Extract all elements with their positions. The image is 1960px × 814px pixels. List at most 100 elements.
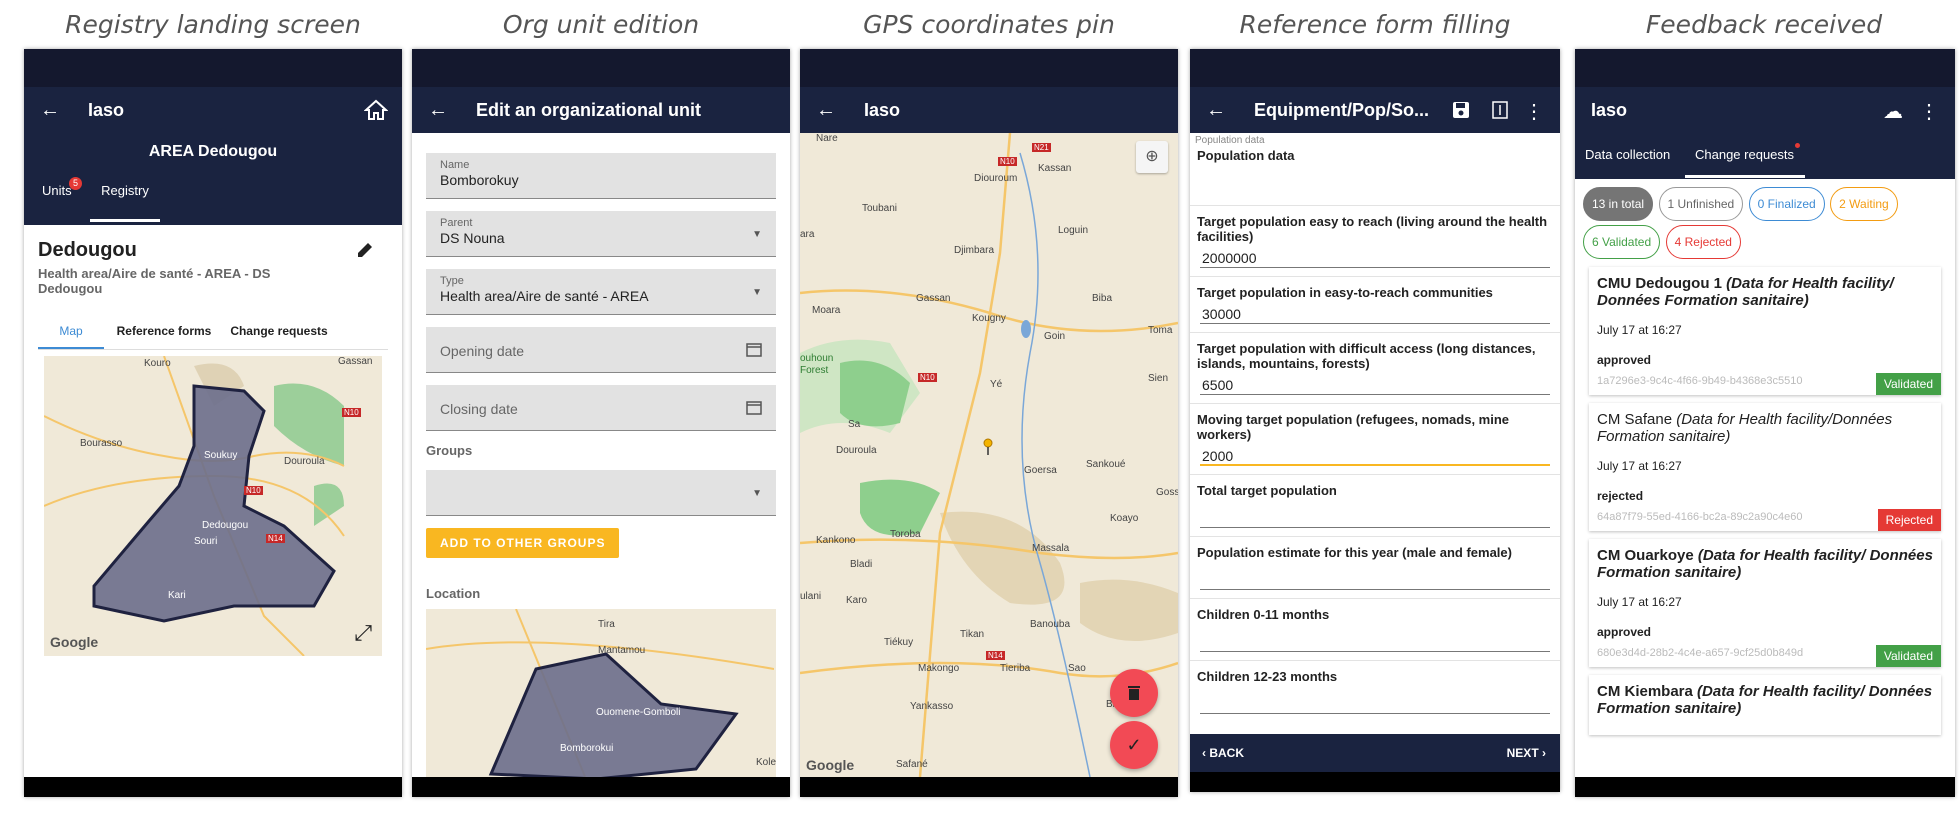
tab-units[interactable]: Units: [42, 183, 72, 198]
back-arrow-icon[interactable]: ←: [1206, 100, 1226, 120]
groups-label: Groups: [426, 443, 473, 458]
groups-select[interactable]: ▼: [426, 470, 776, 516]
cloud-upload-icon[interactable]: ☁: [1883, 99, 1903, 124]
form-field-input[interactable]: 6500: [1200, 375, 1550, 395]
back-button[interactable]: ‹ BACK: [1202, 746, 1244, 760]
card-org-name: CM Kiembara: [1597, 683, 1693, 700]
chip-total[interactable]: 13 in total: [1583, 187, 1654, 221]
road-label: N14: [986, 651, 1005, 660]
chip-waiting[interactable]: 2 Waiting: [1830, 187, 1898, 221]
form-field-input[interactable]: [1200, 694, 1550, 714]
chip-validated[interactable]: 6 Validated: [1583, 225, 1661, 259]
parent-select[interactable]: Parent DS Nouna ▼: [426, 211, 776, 257]
form-field: Target population with difficult access …: [1190, 333, 1560, 404]
delete-fab[interactable]: [1110, 669, 1158, 717]
caption-feedback: Feedback received: [1645, 10, 1883, 39]
tab-change-requests[interactable]: Change requests: [1695, 147, 1794, 162]
org-header-bar: AREA Dedougou Units 5 Registry: [24, 133, 402, 225]
status-badge: Rejected: [1877, 509, 1941, 531]
type-select[interactable]: Type Health area/Aire de santé - AREA ▼: [426, 269, 776, 315]
status-filter-chips: 13 in total 1 Unfinished 0 Finalized 2 W…: [1575, 179, 1955, 267]
subtab-reference-forms[interactable]: Reference forms: [104, 324, 224, 349]
app-title: Iaso: [88, 99, 125, 120]
home-icon[interactable]: [363, 99, 389, 126]
add-to-other-groups-button[interactable]: ADD TO OTHER GROUPS: [426, 528, 620, 558]
crosshair-icon: ⊕: [1145, 148, 1159, 165]
card-org-name: CM Ouarkoye: [1597, 547, 1694, 564]
org-path: Health area/Aire de santé - AREA - DS De…: [38, 266, 271, 296]
org-header-title: AREA Dedougou: [148, 143, 278, 160]
subtab-map[interactable]: Map: [38, 324, 104, 349]
caption-org-unit-edition: Org unit edition: [502, 10, 700, 39]
save-icon[interactable]: [1452, 101, 1470, 124]
map-label: Tira: [598, 619, 615, 630]
org-map[interactable]: Kouro Gassan Bourasso Soukuy Douroula De…: [44, 356, 382, 656]
change-request-card[interactable]: CM Kiembara (Data for Health facility/ D…: [1589, 675, 1941, 735]
more-vert-icon[interactable]: ⋮: [1919, 99, 1939, 124]
chip-finalized[interactable]: 0 Finalized: [1748, 187, 1825, 221]
my-location-button[interactable]: ⊕: [1136, 141, 1168, 173]
form-field-input[interactable]: 30000: [1200, 304, 1550, 324]
tab-registry[interactable]: Registry: [90, 183, 160, 198]
map-label: Yé: [990, 379, 1003, 390]
name-field[interactable]: Name Bomborokuy: [426, 153, 776, 199]
status-badge: Validated: [1875, 373, 1941, 395]
phone-org-unit-edit: ← Edit an organizational unit Name Bombo…: [412, 49, 790, 797]
chip-rejected[interactable]: 4 Rejected: [1665, 225, 1741, 259]
change-request-card[interactable]: CMU Dedougou 1 (Data for Health facility…: [1589, 267, 1941, 395]
form-field-label: Target population easy to reach (living …: [1197, 214, 1548, 244]
nav-bar: [412, 777, 790, 797]
form-field-label: Target population with difficult access …: [1197, 341, 1536, 371]
change-request-card[interactable]: CM Ouarkoye (Data for Health facility/ D…: [1589, 539, 1941, 667]
calendar-icon[interactable]: [746, 341, 762, 360]
form-navigation-icon[interactable]: [1492, 101, 1508, 124]
map-label: Souri: [194, 536, 218, 547]
name-field-value: Bomborokuy: [440, 172, 519, 188]
tab-units-label: Units: [42, 183, 72, 198]
opening-date-field[interactable]: Opening date: [426, 327, 776, 373]
status-badge: Validated: [1875, 645, 1941, 667]
form-field-input[interactable]: [1200, 508, 1550, 528]
map-label: Safané: [896, 759, 928, 770]
fullscreen-icon[interactable]: ⤢: [354, 620, 372, 646]
edit-pencil-icon[interactable]: [356, 241, 374, 264]
closing-date-field[interactable]: Closing date: [426, 385, 776, 431]
form-field-input[interactable]: 2000000: [1200, 248, 1550, 268]
road-label: N14: [266, 534, 285, 543]
change-request-card[interactable]: CM Safane (Data for Health facility/Donn…: [1589, 403, 1941, 531]
map-label: Toroba: [890, 529, 921, 540]
form-field-input[interactable]: [1200, 632, 1550, 652]
more-vert-icon[interactable]: ⋮: [1524, 99, 1544, 124]
location-map[interactable]: Tira Mantamou Ouomene-Gomboli Bomborokui…: [426, 609, 776, 779]
tab-data-collection[interactable]: Data collection: [1585, 147, 1670, 162]
map-label: Gassan: [338, 356, 373, 367]
confirm-fab[interactable]: ✓: [1110, 721, 1158, 769]
app-title: Iaso: [864, 99, 901, 120]
map-label: Diouroum: [974, 173, 1018, 184]
caption-gps-pin: GPS coordinates pin: [863, 10, 1115, 39]
chip-unfinished[interactable]: 1 Unfinished: [1658, 187, 1744, 221]
subtab-change-requests[interactable]: Change requests: [224, 324, 334, 349]
next-button[interactable]: NEXT ›: [1507, 746, 1546, 760]
map-label: Makongo: [918, 663, 960, 674]
map-label: Goin: [1044, 331, 1066, 342]
form-field-input[interactable]: [1200, 570, 1550, 590]
back-arrow-icon[interactable]: ←: [816, 100, 836, 120]
tab-registry-label: Registry: [101, 183, 149, 198]
status-bar: [24, 49, 402, 87]
map-label: Nare: [816, 133, 838, 144]
gps-map[interactable]: Nare Kassan Diouroum Toubani Loguin ara …: [800, 133, 1178, 777]
back-arrow-icon[interactable]: ←: [428, 100, 448, 120]
back-arrow-icon[interactable]: ←: [40, 100, 60, 120]
tab-indicator: [90, 219, 160, 222]
form-field-input-focused[interactable]: 2000: [1200, 446, 1550, 466]
page-title: Edit an organizational unit: [476, 99, 701, 120]
map-label: Kankono: [816, 535, 856, 546]
map-label: Mantamou: [598, 645, 646, 656]
app-bar: ← Edit an organizational unit: [412, 87, 790, 133]
card-status: rejected: [1597, 489, 1644, 503]
calendar-icon[interactable]: [746, 399, 762, 418]
parent-select-value: DS Nouna: [440, 230, 505, 246]
google-logo: Google: [806, 757, 855, 773]
app-bar: ← Iaso: [800, 87, 1178, 133]
